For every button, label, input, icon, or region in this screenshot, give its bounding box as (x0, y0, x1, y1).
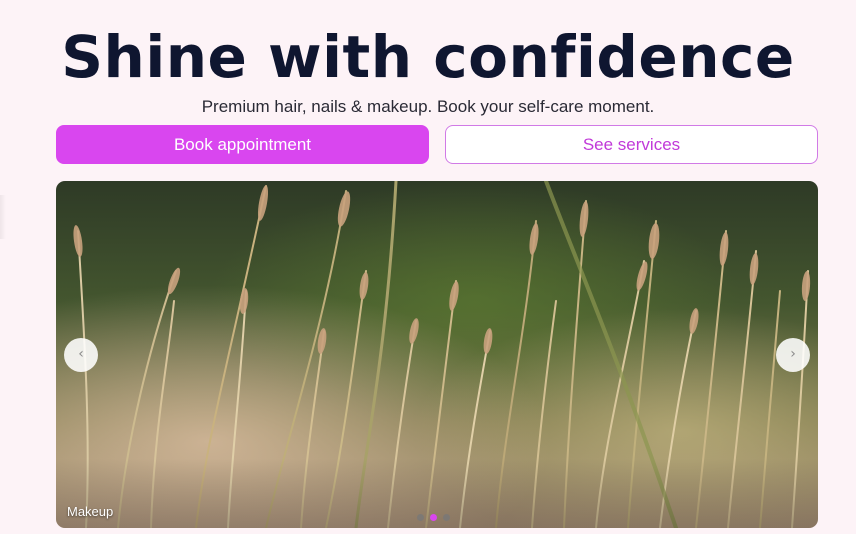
carousel-prev-icon[interactable]: ‹ (64, 338, 98, 372)
carousel-slide-image (56, 181, 818, 528)
book-appointment-button[interactable]: Book appointment (56, 125, 429, 164)
carousel-indicators (417, 514, 450, 522)
carousel-dot-3[interactable] (443, 514, 450, 521)
carousel-next-icon[interactable]: › (776, 338, 810, 372)
see-services-button[interactable]: See services (445, 125, 818, 164)
image-carousel: ‹ › Makeup (56, 181, 818, 528)
page: Shine with confidence Premium hair, nail… (0, 0, 856, 534)
carousel-dot-1[interactable] (417, 514, 424, 521)
edge-shadow (0, 195, 6, 239)
slide-caption: Makeup (67, 504, 114, 519)
hero-title: Shine with confidence (61, 23, 795, 91)
carousel-dot-2[interactable] (430, 514, 437, 521)
hero-subtitle: Premium hair, nails & makeup. Book your … (201, 97, 655, 116)
